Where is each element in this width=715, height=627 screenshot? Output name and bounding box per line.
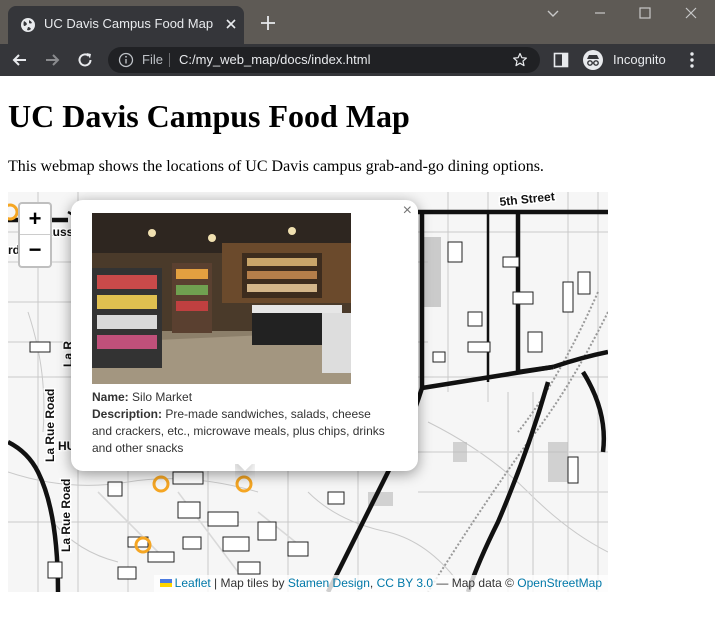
stamen-link[interactable]: Stamen Design bbox=[288, 576, 370, 590]
incognito-icon bbox=[583, 50, 603, 70]
info-icon[interactable] bbox=[118, 52, 134, 68]
store-photo bbox=[92, 213, 351, 384]
page-title: UC Davis Campus Food Map bbox=[8, 98, 410, 134]
license-link[interactable]: CC BY 3.0 bbox=[377, 576, 433, 590]
leaflet-link[interactable]: Leaflet bbox=[175, 576, 211, 590]
zoom-control: + − bbox=[18, 202, 52, 268]
address-bar[interactable]: File C:/my_web_map/docs/index.html bbox=[108, 47, 540, 73]
incognito-indicator[interactable]: Incognito bbox=[583, 48, 675, 72]
url-scheme: File bbox=[142, 52, 163, 67]
page-description: This webmap shows the locations of UC Da… bbox=[8, 158, 544, 175]
omnibox-divider bbox=[169, 53, 170, 67]
plus-icon[interactable] bbox=[258, 13, 278, 33]
globe-icon bbox=[21, 18, 35, 32]
osm-link[interactable]: OpenStreetMap bbox=[517, 576, 602, 590]
browser-toolbar: File C:/my_web_map/docs/index.html Incog… bbox=[0, 44, 715, 76]
reload-icon[interactable] bbox=[75, 50, 95, 70]
browser-tabstrip: UC Davis Campus Food Map bbox=[0, 0, 715, 44]
back-arrow-icon[interactable] bbox=[10, 50, 30, 70]
popup-tip bbox=[235, 464, 255, 484]
ukraine-flag-icon bbox=[159, 579, 172, 587]
chevron-down-icon[interactable] bbox=[544, 4, 562, 22]
more-menu-icon[interactable] bbox=[688, 51, 696, 69]
popup-content: Name: Silo Market Description: Pre-made … bbox=[92, 389, 392, 457]
side-panel-icon[interactable] bbox=[553, 52, 569, 68]
popup-name-value: Silo Market bbox=[132, 390, 193, 404]
popup-description-label: Description: bbox=[92, 407, 163, 421]
tab-title: UC Davis Campus Food Map bbox=[44, 16, 214, 31]
attribution-data-prefix: — Map data © bbox=[433, 576, 518, 590]
incognito-label: Incognito bbox=[613, 52, 666, 67]
minimize-icon[interactable] bbox=[591, 4, 609, 22]
maximize-icon[interactable] bbox=[636, 4, 654, 22]
popup-close-button[interactable]: × bbox=[403, 203, 412, 219]
star-icon[interactable] bbox=[512, 52, 528, 68]
url-text[interactable]: C:/my_web_map/docs/index.html bbox=[179, 52, 370, 67]
popup-name-label: Name: bbox=[92, 390, 129, 404]
attribution-tiles-prefix: | Map tiles by bbox=[210, 576, 288, 590]
attribution-separator: , bbox=[369, 576, 377, 590]
map-container[interactable]: 5th Street Russ rd La Rue Road La Rue Ro… bbox=[8, 192, 608, 592]
street-label-la-rue-road: La Rue Road bbox=[43, 389, 57, 462]
zoom-in-button[interactable]: + bbox=[20, 204, 50, 235]
window-close-icon[interactable] bbox=[682, 4, 700, 22]
zoom-out-button[interactable]: − bbox=[20, 235, 50, 266]
close-icon[interactable] bbox=[222, 15, 240, 33]
browser-tab[interactable]: UC Davis Campus Food Map bbox=[8, 6, 244, 44]
marker-popup: × Name: Silo Market Description: Pre-mad… bbox=[71, 200, 418, 471]
forward-arrow-icon[interactable] bbox=[42, 50, 62, 70]
map-attribution: Leaflet | Map tiles by Stamen Design, CC… bbox=[153, 575, 608, 592]
street-label-la-rue-road-south: La Rue Road bbox=[59, 479, 73, 552]
